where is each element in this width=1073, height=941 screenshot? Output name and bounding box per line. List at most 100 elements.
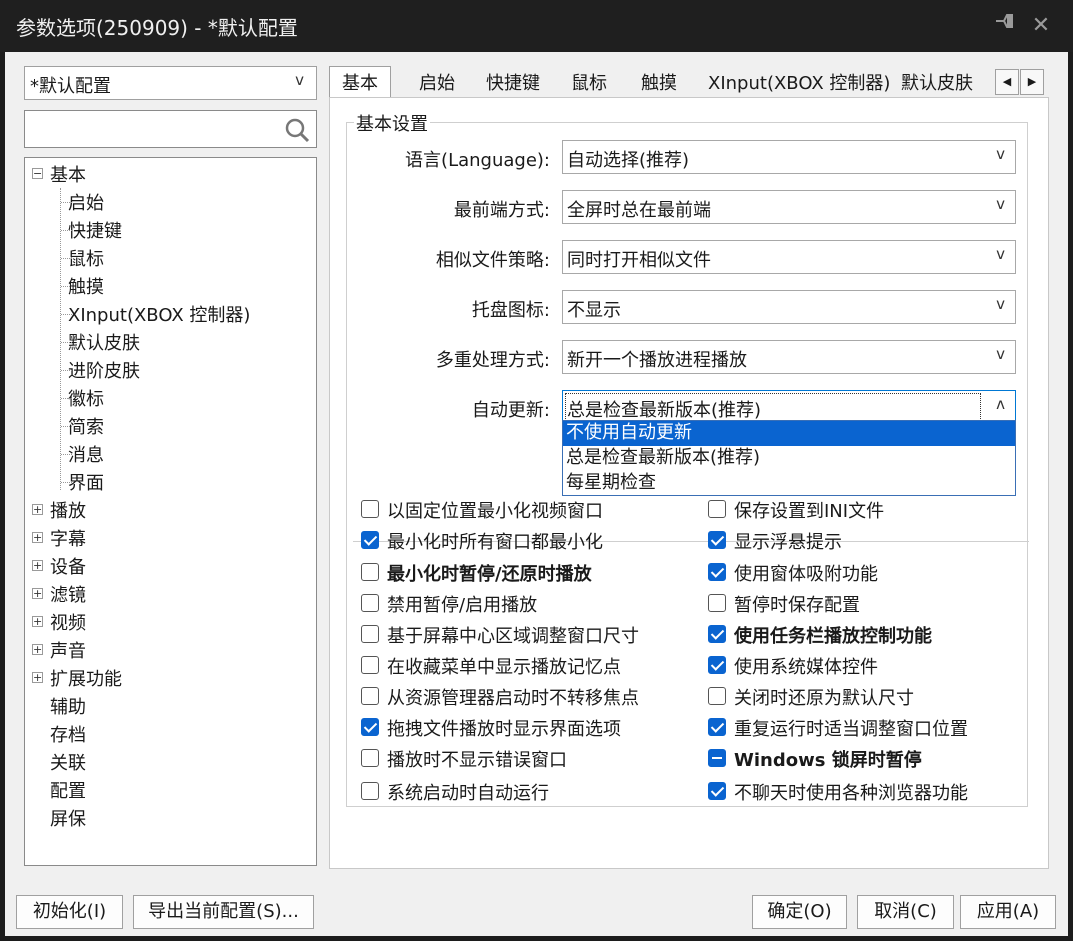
tree-connector <box>61 258 72 259</box>
search-icon[interactable] <box>284 117 310 143</box>
checkbox-label: 播放时不显示错误窗口 <box>387 750 567 771</box>
collapse-icon[interactable]: − <box>32 168 43 179</box>
tree-item[interactable]: 启始 <box>68 189 104 215</box>
tree-item[interactable]: 界面 <box>68 469 104 495</box>
tree-item[interactable]: XInput(XBOX 控制器) <box>68 301 250 327</box>
checkbox-icon[interactable] <box>708 749 726 767</box>
dropdown-option[interactable]: 总是检查最新版本(推荐) <box>563 446 1015 471</box>
ok-button[interactable]: 确定(O) <box>752 895 847 929</box>
preferences-window: 参数选项(250909) - *默认配置 ✕ *默认配置 v 基本 − 启始 快捷键鼠… <box>0 0 1073 941</box>
checkbox-icon[interactable] <box>361 718 379 736</box>
checkbox-label: 在收藏菜单中显示播放记忆点 <box>387 657 621 678</box>
tree-item[interactable]: 屏保 <box>50 805 86 831</box>
tree-item[interactable]: 简索 <box>68 413 104 439</box>
checkbox-icon[interactable] <box>361 625 379 643</box>
search-box[interactable] <box>24 110 317 148</box>
tree-item[interactable]: 基本 <box>50 161 86 187</box>
tray-icon-select[interactable]: 不显示 v <box>562 290 1016 324</box>
multi-process-mode-select[interactable]: 新开一个播放进程播放 v <box>562 340 1016 374</box>
similar-file-policy-select[interactable]: 同时打开相似文件 v <box>562 240 1016 274</box>
tree-item[interactable]: 快捷键 <box>68 217 122 243</box>
tree-item[interactable]: 播放 <box>50 497 86 523</box>
checkbox-icon[interactable] <box>361 563 379 581</box>
pin-icon[interactable] <box>990 10 1022 42</box>
chevron-down-icon: v <box>996 295 1005 313</box>
tree-item[interactable]: 默认皮肤 <box>68 329 140 355</box>
cancel-button[interactable]: 取消(C) <box>857 895 954 929</box>
tree-item[interactable]: 视频 <box>50 609 86 635</box>
tab-xinput[interactable]: XInput(XBOX 控制器) <box>708 69 890 97</box>
tree-connector <box>61 342 72 343</box>
tab-basic[interactable]: 基本 <box>329 66 391 98</box>
tree-item[interactable]: 存档 <box>50 721 86 747</box>
checkbox-icon[interactable] <box>361 531 379 549</box>
tab-startup[interactable]: 启始 <box>419 69 455 97</box>
checkbox-icon[interactable] <box>708 563 726 581</box>
auto-update-dropdown-list[interactable]: 不使用自动更新 总是检查最新版本(推荐) 每星期检查 <box>562 420 1016 496</box>
checkbox-icon[interactable] <box>708 594 726 612</box>
checkbox-icon[interactable] <box>708 782 726 800</box>
tree-item[interactable]: 关联 <box>50 749 86 775</box>
chevron-down-icon: v <box>295 71 304 89</box>
chevron-down-icon: v <box>996 345 1005 363</box>
tree-item[interactable]: 徽标 <box>68 385 104 411</box>
expand-icon[interactable]: + <box>32 504 43 515</box>
checkbox-icon[interactable] <box>708 625 726 643</box>
dropdown-option[interactable]: 不使用自动更新 <box>563 421 1015 446</box>
checkbox-icon[interactable] <box>361 687 379 705</box>
tree-item[interactable]: 进阶皮肤 <box>68 357 140 383</box>
checkbox-label: 禁用暂停/启用播放 <box>387 595 538 616</box>
expand-icon[interactable]: + <box>32 560 43 571</box>
checkbox-icon[interactable] <box>708 656 726 674</box>
tree-item[interactable]: 声音 <box>50 637 86 663</box>
settings-tree[interactable]: 基本 − 启始 快捷键 鼠标 触摸 XInput(XBOX 控制器) 默认皮肤 进阶皮肤 徽标 简索… <box>24 157 317 866</box>
similar-file-policy-label: 相似文件策略: <box>435 250 550 271</box>
tab-default-skin[interactable]: 默认皮肤 <box>901 69 973 97</box>
tree-connector <box>61 426 72 427</box>
checkbox-icon[interactable] <box>361 500 379 518</box>
checkbox-icon[interactable] <box>361 782 379 800</box>
tree-item[interactable]: 滤镜 <box>50 581 86 607</box>
tree-item[interactable]: 触摸 <box>68 273 104 299</box>
tree-item[interactable]: 扩展功能 <box>50 665 122 691</box>
close-icon[interactable]: ✕ <box>1025 10 1057 42</box>
multi-process-mode-label: 多重处理方式: <box>435 350 550 371</box>
tab-touch[interactable]: 触摸 <box>641 69 677 97</box>
expand-icon[interactable]: + <box>32 672 43 683</box>
checkbox-icon[interactable] <box>361 656 379 674</box>
dropdown-option[interactable]: 每星期检查 <box>563 471 1015 496</box>
checkbox-icon[interactable] <box>361 749 379 767</box>
topmost-mode-select[interactable]: 全屏时总在最前端 v <box>562 190 1016 224</box>
profile-select[interactable]: *默认配置 v <box>24 66 317 100</box>
expand-icon[interactable]: + <box>32 644 43 655</box>
expand-icon[interactable]: + <box>32 532 43 543</box>
checkbox-icon[interactable] <box>708 687 726 705</box>
tab-shortcuts[interactable]: 快捷键 <box>486 69 540 97</box>
tree-connector <box>61 202 72 203</box>
window-title: 参数选项(250909) - *默认配置 <box>16 16 298 40</box>
language-select[interactable]: 自动选择(推荐) v <box>562 140 1016 174</box>
tree-item[interactable]: 鼠标 <box>68 245 104 271</box>
tree-item[interactable]: 字幕 <box>50 525 86 551</box>
title-bar[interactable]: 参数选项(250909) - *默认配置 ✕ <box>0 0 1073 52</box>
expand-icon[interactable]: + <box>32 588 43 599</box>
checkbox-label: 最小化时所有窗口都最小化 <box>387 532 603 553</box>
checkbox-icon[interactable] <box>708 500 726 518</box>
tree-item[interactable]: 配置 <box>50 777 86 803</box>
auto-update-select[interactable]: 总是检查最新版本(推荐) ʌ <box>562 390 1016 424</box>
expand-icon[interactable]: + <box>32 616 43 627</box>
tab-mouse[interactable]: 鼠标 <box>571 69 607 97</box>
checkbox-icon[interactable] <box>361 594 379 612</box>
tree-item[interactable]: 设备 <box>50 553 86 579</box>
init-button[interactable]: 初始化(I) <box>16 895 123 929</box>
tab-scroll-right-icon[interactable]: ▶ <box>1020 69 1044 95</box>
checkbox-icon[interactable] <box>708 718 726 736</box>
search-input[interactable] <box>29 117 283 139</box>
checkbox-icon[interactable] <box>708 531 726 549</box>
tab-scroll-left-icon[interactable]: ◀ <box>995 69 1019 95</box>
export-config-button[interactable]: 导出当前配置(S)... <box>133 895 314 929</box>
tree-connector <box>61 230 72 231</box>
tree-item[interactable]: 消息 <box>68 441 104 467</box>
tree-item[interactable]: 辅助 <box>50 693 86 719</box>
apply-button[interactable]: 应用(A) <box>960 895 1056 929</box>
